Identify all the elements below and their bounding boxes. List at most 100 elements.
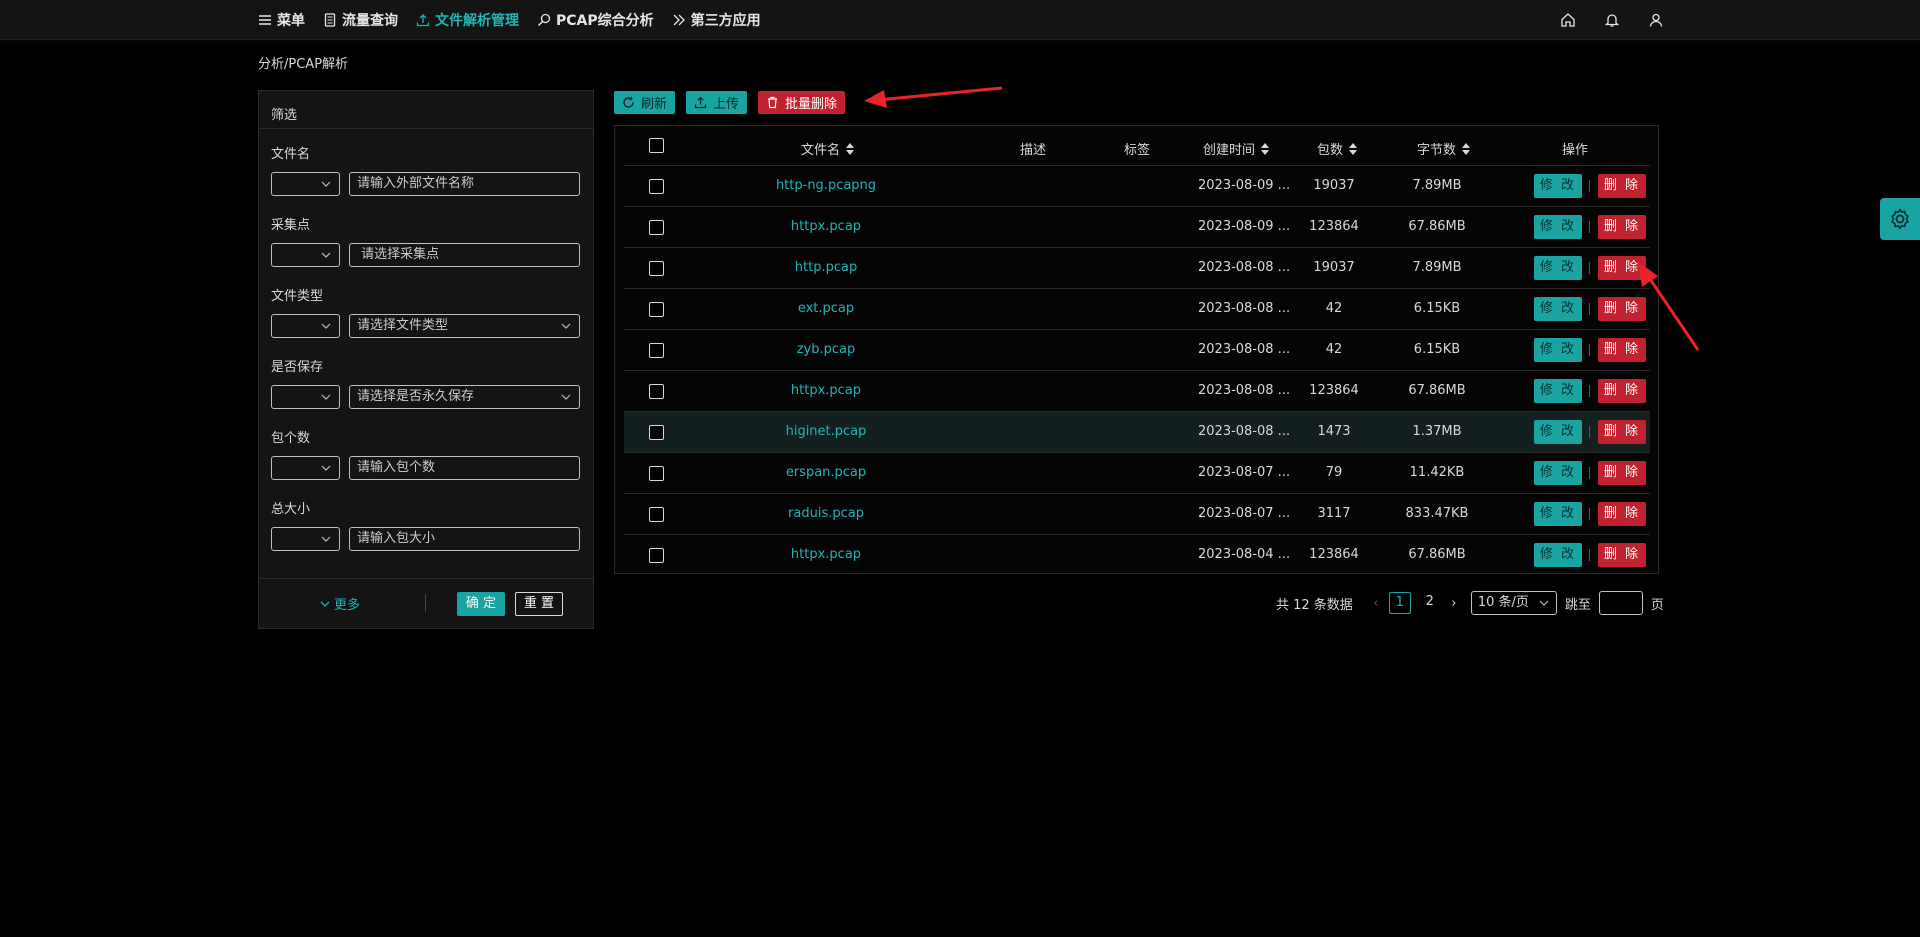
nav-item-third-party-apps[interactable]: 第三方应用 xyxy=(672,10,761,30)
delete-button[interactable]: 删 除 xyxy=(1598,502,1646,526)
bell-icon[interactable] xyxy=(1604,12,1620,28)
delete-button[interactable]: 删 除 xyxy=(1598,420,1646,444)
refresh-button[interactable]: 刷新 xyxy=(614,91,676,114)
user-icon[interactable] xyxy=(1648,12,1664,28)
saved-select[interactable]: 请选择是否永久保存 xyxy=(349,385,580,409)
file-type-select[interactable]: 请选择文件类型 xyxy=(349,314,580,338)
column-header-filename[interactable]: 文件名 xyxy=(801,139,855,158)
select-all-checkbox[interactable] xyxy=(649,138,664,153)
filename-link[interactable]: httpx.pcap xyxy=(736,219,916,234)
delete-button[interactable]: 删 除 xyxy=(1598,215,1646,239)
operator-select[interactable] xyxy=(271,527,340,551)
column-header-packets[interactable]: 包数 xyxy=(1317,139,1358,158)
row-checkbox[interactable] xyxy=(649,302,664,317)
created-time: 2023-08-07 ... xyxy=(1198,506,1291,521)
page-number-current[interactable]: 1 xyxy=(1388,592,1411,614)
filename-link[interactable]: httpx.pcap xyxy=(736,547,916,562)
edit-button[interactable]: 修 改 xyxy=(1534,502,1582,526)
next-page-icon[interactable]: › xyxy=(1445,596,1463,611)
confirm-button[interactable]: 确 定 xyxy=(457,592,505,616)
edit-button[interactable]: 修 改 xyxy=(1534,338,1582,362)
chevron-down-icon xyxy=(1539,600,1549,606)
filename-link[interactable]: raduis.pcap xyxy=(736,506,916,521)
operator-select[interactable] xyxy=(271,243,340,267)
chevron-down-icon xyxy=(321,536,331,542)
more-filters-toggle[interactable]: 更多 xyxy=(319,594,360,613)
edit-button[interactable]: 修 改 xyxy=(1534,297,1582,321)
row-checkbox[interactable] xyxy=(649,261,664,276)
row-checkbox[interactable] xyxy=(649,179,664,194)
table-row: raduis.pcap 2023-08-07 ... 3117 833.47KB… xyxy=(624,494,1650,535)
operator-select[interactable] xyxy=(271,385,340,409)
sort-icon[interactable] xyxy=(1261,142,1270,155)
nav-item-pcap-analysis[interactable]: PCAP综合分析 xyxy=(537,10,654,30)
upload-button[interactable]: 上传 xyxy=(686,91,748,114)
filename-link[interactable]: zyb.pcap xyxy=(736,342,916,357)
packet-count: 19037 xyxy=(1313,178,1355,193)
nav-label: 菜单 xyxy=(277,13,305,29)
batch-delete-button[interactable]: 批量删除 xyxy=(758,91,846,114)
settings-button[interactable] xyxy=(1880,198,1920,240)
delete-button[interactable]: 删 除 xyxy=(1598,174,1646,198)
created-time: 2023-08-08 ... xyxy=(1198,342,1291,357)
edit-button[interactable]: 修 改 xyxy=(1534,256,1582,280)
row-checkbox[interactable] xyxy=(649,384,664,399)
page-number[interactable]: 2 xyxy=(1419,592,1441,614)
row-checkbox[interactable] xyxy=(649,425,664,440)
table-body: http-ng.pcapng 2023-08-09 ... 19037 7.89… xyxy=(624,166,1650,576)
divider xyxy=(1589,467,1590,479)
filename-link[interactable]: http.pcap xyxy=(736,260,916,275)
collection-point-select[interactable]: 请选择采集点 xyxy=(349,243,580,267)
filter-label: 采集点 xyxy=(271,218,311,233)
edit-button[interactable]: 修 改 xyxy=(1534,461,1582,485)
jump-label: 跳至 xyxy=(1564,597,1591,613)
packet-count-input[interactable]: 请输入包个数 xyxy=(349,456,580,480)
jump-page-input[interactable] xyxy=(1598,591,1643,615)
packet-count: 19037 xyxy=(1313,260,1355,275)
column-header-description: 描述 xyxy=(1020,139,1046,158)
column-header-bytes[interactable]: 字节数 xyxy=(1417,139,1471,158)
row-checkbox[interactable] xyxy=(649,507,664,522)
byte-size: 6.15KB xyxy=(1413,342,1461,357)
nav-item-traffic-query[interactable]: 流量查询 xyxy=(323,10,398,30)
delete-button[interactable]: 删 除 xyxy=(1598,297,1646,321)
filename-input[interactable]: 请输入外部文件名称 xyxy=(349,172,580,196)
delete-button[interactable]: 删 除 xyxy=(1598,338,1646,362)
row-checkbox[interactable] xyxy=(649,343,664,358)
delete-button[interactable]: 删 除 xyxy=(1598,461,1646,485)
filename-link[interactable]: http-ng.pcapng xyxy=(736,178,916,193)
home-icon[interactable] xyxy=(1560,12,1576,28)
nav-item-file-parse-management[interactable]: 文件解析管理 xyxy=(416,10,519,30)
column-label: 描述 xyxy=(1020,143,1047,158)
delete-button[interactable]: 删 除 xyxy=(1598,379,1646,403)
operator-select[interactable] xyxy=(271,314,340,338)
edit-button[interactable]: 修 改 xyxy=(1534,379,1582,403)
edit-button[interactable]: 修 改 xyxy=(1534,215,1582,239)
operator-select[interactable] xyxy=(271,456,340,480)
column-header-created-time[interactable]: 创建时间 xyxy=(1203,139,1270,158)
filename-link[interactable]: erspan.pcap xyxy=(736,465,916,480)
edit-button[interactable]: 修 改 xyxy=(1534,543,1582,567)
reset-button[interactable]: 重 置 xyxy=(515,592,563,616)
edit-button[interactable]: 修 改 xyxy=(1534,174,1582,198)
delete-button[interactable]: 删 除 xyxy=(1598,256,1646,280)
delete-button[interactable]: 删 除 xyxy=(1598,543,1646,567)
edit-button[interactable]: 修 改 xyxy=(1534,420,1582,444)
filename-link[interactable]: ext.pcap xyxy=(736,301,916,316)
divider xyxy=(1589,221,1590,233)
row-checkbox[interactable] xyxy=(649,548,664,563)
row-checkbox[interactable] xyxy=(649,220,664,235)
sort-icon[interactable] xyxy=(1462,142,1471,155)
prev-page-icon[interactable]: ‹ xyxy=(1367,596,1385,611)
sort-icon[interactable] xyxy=(1349,142,1358,155)
total-size-input[interactable]: 请输入包大小 xyxy=(349,527,580,551)
sort-icon[interactable] xyxy=(846,142,855,155)
row-checkbox[interactable] xyxy=(649,466,664,481)
operator-select[interactable] xyxy=(271,172,340,196)
packet-count: 79 xyxy=(1325,465,1343,480)
filename-link[interactable]: httpx.pcap xyxy=(736,383,916,398)
chevron-down-icon xyxy=(321,181,331,187)
filename-link[interactable]: higinet.pcap xyxy=(736,424,916,439)
nav-item-menu[interactable]: 菜单 xyxy=(258,10,305,30)
page-size-select[interactable]: 10 条/页 xyxy=(1470,591,1557,615)
